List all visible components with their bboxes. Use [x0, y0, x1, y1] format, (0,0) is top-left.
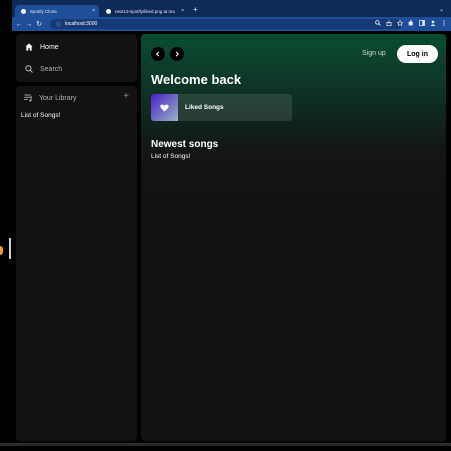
star-icon[interactable] [396, 19, 404, 27]
chevron-right-icon [175, 51, 179, 57]
profile-icon[interactable] [430, 20, 436, 26]
login-button[interactable]: Log in [397, 45, 438, 63]
reload-button[interactable]: ↻ [34, 20, 44, 28]
forward-nav-button[interactable] [170, 47, 184, 61]
close-tab-icon[interactable]: × [92, 8, 95, 14]
main-content: Sign up Log in Welcome back Liked Songs … [141, 34, 446, 441]
zoom-icon[interactable] [375, 20, 381, 26]
tab-title: next13-spotify/liked.png at ma [115, 8, 175, 14]
search-icon [25, 65, 33, 73]
share-icon[interactable] [386, 20, 392, 27]
browser-tab-active[interactable]: Spotify Clone × [15, 5, 99, 17]
chevron-left-icon [156, 51, 160, 57]
close-tab-icon[interactable]: × [181, 8, 184, 14]
new-tab-button[interactable]: + [193, 5, 198, 15]
menu-icon[interactable] [441, 20, 447, 26]
sidepanel-icon[interactable] [419, 20, 425, 26]
tab-search-chevron-icon[interactable]: ⌄ [439, 6, 444, 13]
edge-indicator [0, 246, 3, 255]
library-header[interactable]: Your Library [24, 94, 77, 102]
screen: Spotify Clone × next13-spotify/liked.png… [0, 0, 451, 451]
horizontal-scrollbar[interactable] [0, 443, 451, 446]
extensions-icon[interactable] [408, 20, 414, 26]
sidebar-nav: Home Search [16, 34, 137, 82]
browser-toolbar: ← → ↻ ⓘ localhost:3000 [12, 17, 451, 31]
sidebar-item-label: Home [40, 43, 59, 51]
add-to-library-button[interactable]: + [123, 92, 129, 102]
sidebar-library: Your Library + List of Songs! [16, 86, 137, 441]
liked-songs-label: Liked Songs [185, 104, 224, 111]
back-button[interactable]: ← [14, 21, 24, 28]
github-favicon-icon [106, 8, 111, 14]
library-list-text: List of Songs! [21, 112, 61, 119]
forward-button[interactable]: → [24, 21, 34, 28]
signup-button[interactable]: Sign up [362, 50, 386, 57]
tab-title: Spotify Clone [30, 8, 57, 14]
browser-tab-inactive[interactable]: next13-spotify/liked.png at ma × [100, 5, 188, 17]
liked-songs-thumbnail [151, 94, 178, 121]
window-resize-handle[interactable] [9, 238, 11, 259]
url-text: localhost:3000 [65, 21, 98, 27]
toolbar-icons [375, 19, 447, 27]
home-icon [25, 43, 33, 51]
spotify-favicon-icon [21, 8, 26, 14]
library-label: Your Library [39, 94, 77, 102]
heart-icon [160, 104, 169, 112]
back-nav-button[interactable] [151, 47, 165, 61]
sidebar-item-label: Search [40, 65, 63, 73]
sidebar-item-home[interactable]: Home [25, 43, 59, 51]
page-title: Welcome back [151, 72, 242, 87]
browser-tabstrip: Spotify Clone × next13-spotify/liked.png… [12, 0, 451, 17]
newest-songs-list-text: List of Songs! [151, 153, 191, 160]
liked-songs-card[interactable]: Liked Songs [151, 94, 292, 121]
library-icon [24, 94, 32, 102]
address-bar[interactable]: ⓘ localhost:3000 [50, 19, 402, 29]
site-info-icon[interactable]: ⓘ [56, 21, 61, 28]
sidebar-item-search[interactable]: Search [25, 65, 62, 73]
newest-songs-heading: Newest songs [151, 139, 219, 150]
